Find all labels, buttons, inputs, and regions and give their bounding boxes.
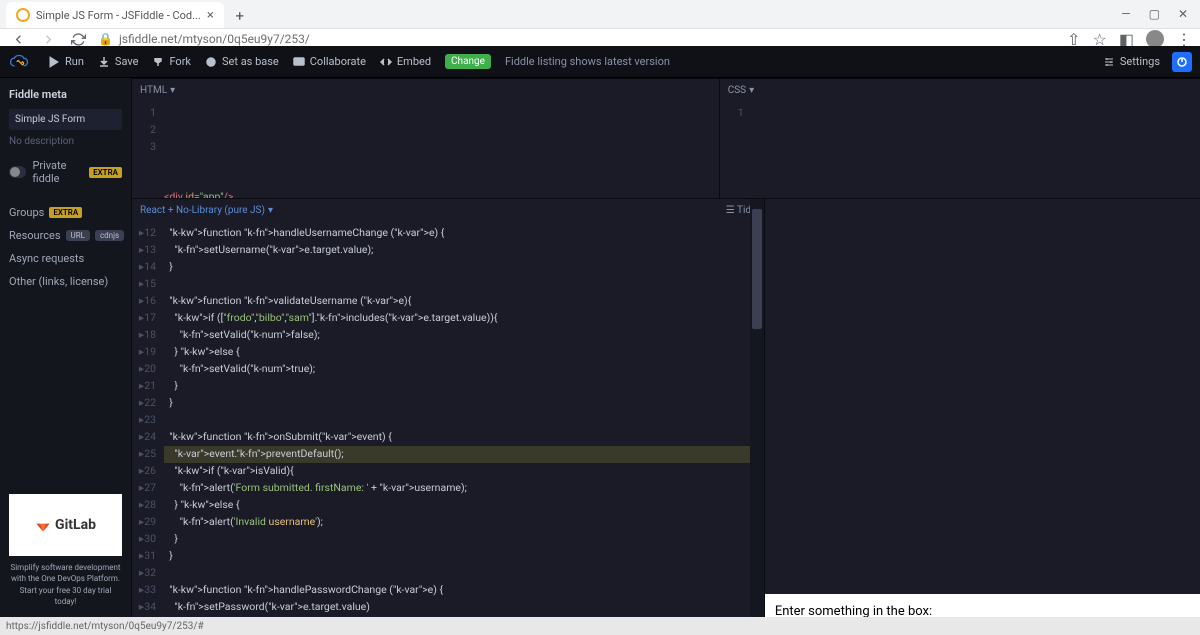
fiddle-description[interactable]: No description (9, 136, 122, 147)
preview-label: Enter something in the box: (775, 604, 1200, 617)
extra-badge: EXTRA (89, 167, 122, 178)
close-window-icon[interactable]: ✕ (1178, 7, 1188, 21)
fork-button[interactable]: Fork (152, 55, 191, 68)
browser-status-bar: https://jsfiddle.net/mtyson/0q5eu9y7/253… (0, 617, 1200, 635)
save-button[interactable]: Save (98, 55, 139, 68)
run-button[interactable]: Run (48, 55, 84, 68)
chevron-down-icon[interactable]: ▾ (170, 85, 175, 96)
gitlab-ad[interactable]: GitLab (9, 494, 122, 556)
minimize-window-icon[interactable]: — (1121, 7, 1130, 21)
gitlab-icon (35, 517, 51, 533)
sidebar-item-resources[interactable]: ResourcesURLcdnjs (9, 224, 122, 247)
js-scrollbar[interactable] (750, 221, 764, 617)
css-pane-label[interactable]: CSS (728, 85, 746, 96)
embed-button[interactable]: Embed (380, 55, 431, 68)
power-button[interactable] (1172, 52, 1192, 72)
sidebar-item-async[interactable]: Async requests (9, 247, 122, 270)
collaborate-button[interactable]: Collaborate (293, 55, 366, 68)
browser-tab[interactable]: Simple JS Form - JSFiddle - Cod... × (6, 2, 224, 28)
sidebar-item-groups[interactable]: GroupsEXTRA (9, 201, 122, 224)
js-editor[interactable]: ▸12▸13▸14▸15▸16▸17▸18▸19▸20▸21▸22▸23▸24▸… (132, 221, 764, 617)
sidebar-item-other[interactable]: Other (links, license) (9, 270, 122, 293)
change-badge[interactable]: Change (445, 54, 491, 69)
new-tab-button[interactable]: + (230, 6, 250, 26)
result-pane: Enter something in the box: Submit Conso… (764, 198, 1200, 617)
private-toggle-row: Private fiddle EXTRA (9, 159, 122, 185)
fiddle-meta-title: Fiddle meta (9, 88, 122, 101)
window-controls: — ▢ ✕ (1121, 0, 1200, 28)
private-toggle[interactable] (9, 166, 26, 178)
chevron-down-icon[interactable]: ▾ (268, 205, 273, 216)
listing-message: Fiddle listing shows latest version (505, 55, 670, 68)
jsfiddle-logo[interactable] (8, 53, 34, 71)
close-tab-icon[interactable]: × (207, 8, 214, 23)
gitlab-ad-text: Simplify software development with the O… (9, 562, 122, 607)
set-as-base-button[interactable]: Set as base (205, 55, 279, 68)
browser-chrome: Simple JS Form - JSFiddle - Cod... × + —… (0, 0, 1200, 46)
fiddle-title-input[interactable]: Simple JS Form (9, 109, 122, 130)
tab-strip: Simple JS Form - JSFiddle - Cod... × + —… (0, 0, 1200, 28)
private-label: Private fiddle (32, 159, 83, 185)
url-field[interactable]: 🔒 jsfiddle.net/mtyson/0q5eu9y7/253/ (98, 32, 1057, 46)
html-pane: HTML▾ 123 <div id="app"/> (131, 78, 719, 198)
lock-icon: 🔒 (98, 32, 113, 46)
js-pane-label[interactable]: React + No-Library (pure JS) (140, 205, 265, 216)
html-editor[interactable]: 123 <div id="app"/> (132, 101, 719, 198)
app-toolbar: Run Save Fork Set as base Collaborate Em… (0, 46, 1200, 78)
js-pane: React + No-Library (pure JS)▾ ☰ Tidy ▸12… (131, 198, 764, 617)
tab-title: Simple JS Form - JSFiddle - Cod... (36, 9, 201, 22)
sidebar: Fiddle meta Simple JS Form No descriptio… (0, 78, 131, 617)
maximize-window-icon[interactable]: ▢ (1149, 7, 1160, 21)
html-pane-label[interactable]: HTML (140, 85, 167, 96)
settings-button[interactable]: Settings (1103, 55, 1160, 68)
editors-container: HTML▾ 123 <div id="app"/> CSS▾ 1 (131, 78, 1200, 617)
forward-button[interactable] (38, 29, 58, 49)
css-pane: CSS▾ 1 (719, 78, 1200, 198)
css-editor[interactable]: 1 (720, 101, 1200, 198)
chevron-down-icon[interactable]: ▾ (749, 85, 754, 96)
url-text: jsfiddle.net/mtyson/0q5eu9y7/253/ (119, 32, 310, 46)
preview-iframe[interactable]: Enter something in the box: Submit (765, 594, 1200, 617)
jsfiddle-favicon (16, 8, 30, 22)
jsfiddle-app: Run Save Fork Set as base Collaborate Em… (0, 46, 1200, 635)
